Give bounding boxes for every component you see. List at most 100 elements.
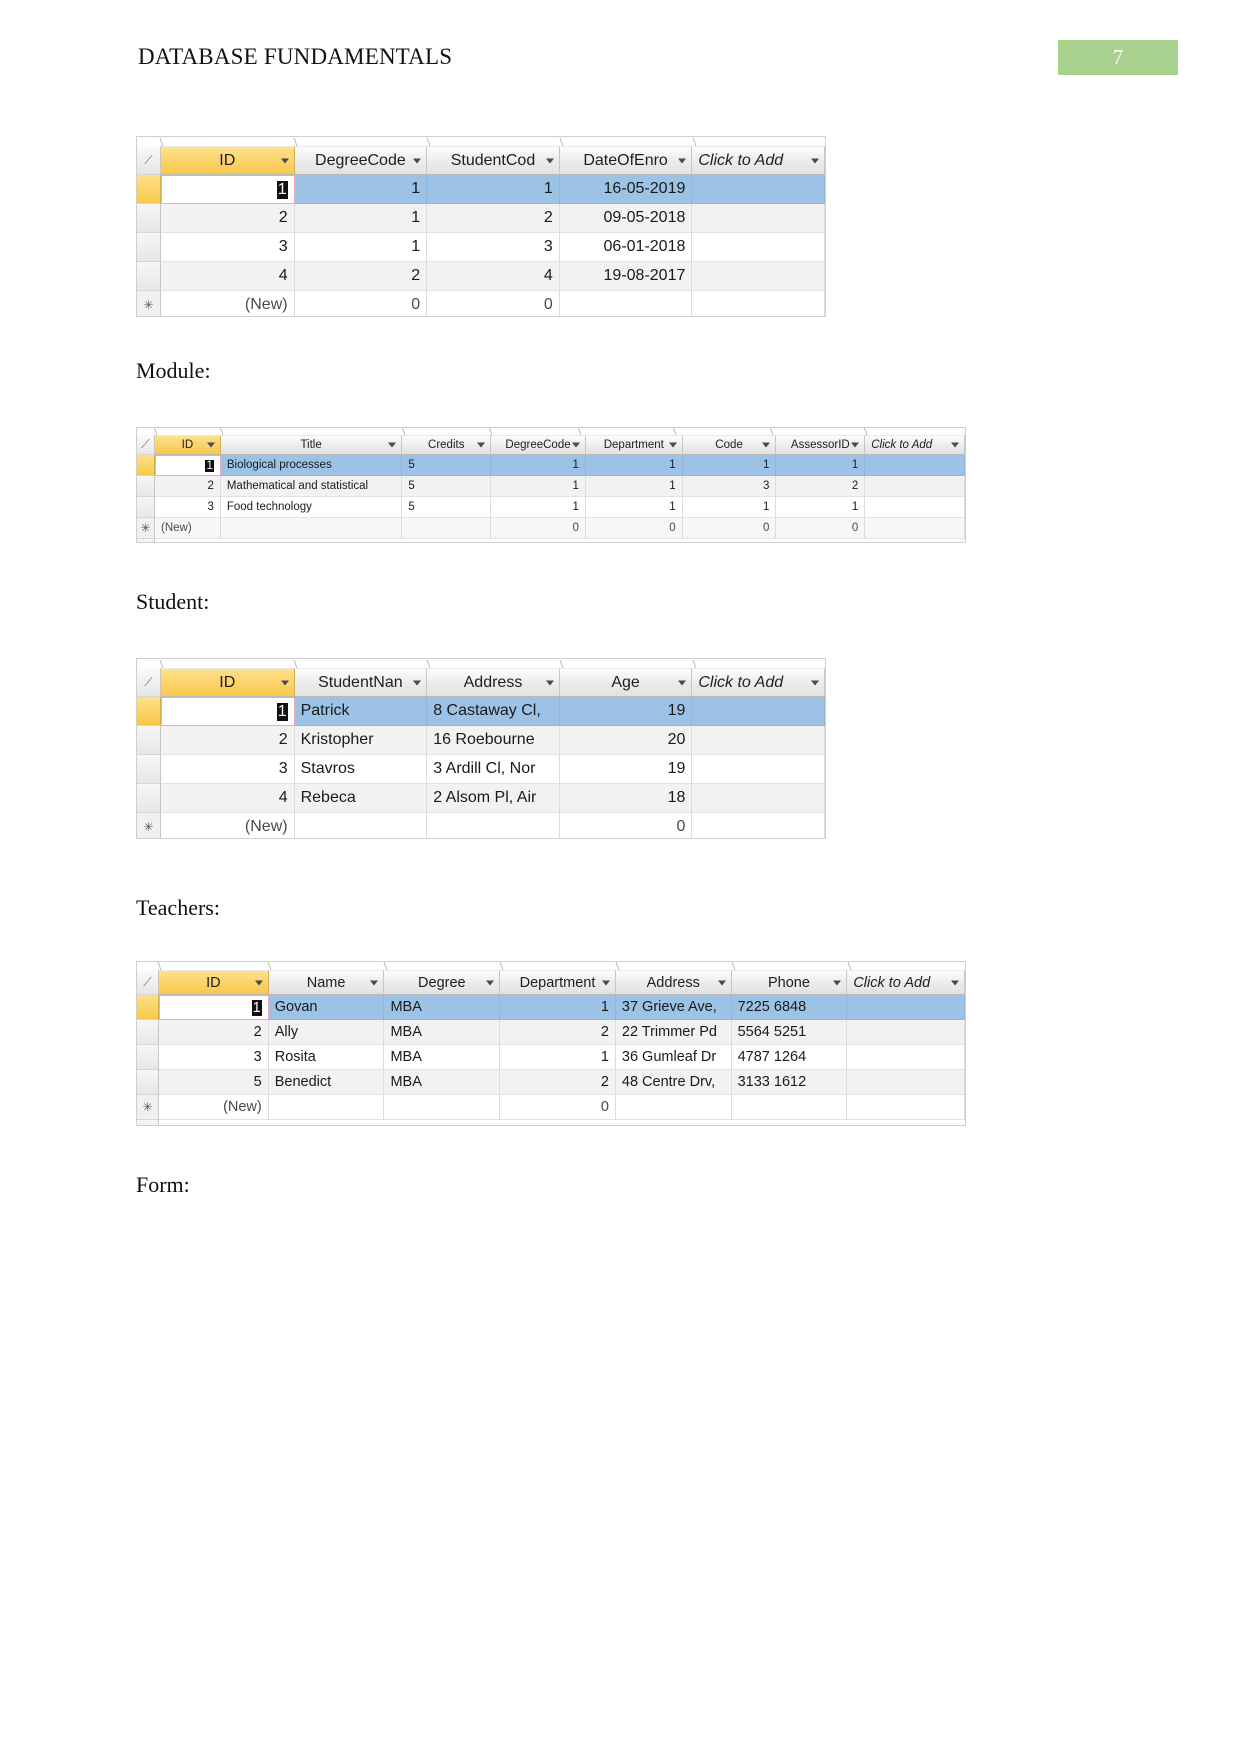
cell-studentcode[interactable]: 4 xyxy=(427,262,560,291)
cell-name[interactable]: Ally xyxy=(268,1020,385,1045)
column-header-phone[interactable]: Phone xyxy=(731,970,848,995)
row-selector[interactable] xyxy=(137,1070,159,1095)
cell-studentname[interactable]: Patrick xyxy=(294,697,428,726)
cell-id[interactable]: (New) xyxy=(155,518,221,539)
chevron-down-icon[interactable] xyxy=(762,442,771,448)
cell-add[interactable] xyxy=(692,233,825,262)
cell-department[interactable]: 0 xyxy=(500,1095,616,1120)
cell-add[interactable] xyxy=(692,813,825,838)
chevron-down-icon[interactable] xyxy=(280,680,289,685)
column-header-degreecode[interactable]: DegreeCode xyxy=(294,146,428,175)
row-selector[interactable] xyxy=(137,262,161,291)
column-header-dateofenrolment[interactable]: DateOfEnro xyxy=(559,146,693,175)
cell-id[interactable]: 3 xyxy=(161,233,295,262)
cell-id[interactable]: 1 xyxy=(161,697,295,726)
cell-id[interactable]: 5 xyxy=(159,1070,269,1095)
column-header-click-to-add[interactable]: Click to Add xyxy=(692,668,825,697)
row-selector[interactable] xyxy=(137,1020,159,1045)
table-row[interactable]: 2 1 2 09-05-2018 xyxy=(137,204,825,233)
cell-dateofenrolment[interactable]: 16-05-2019 xyxy=(559,175,693,204)
chevron-down-icon[interactable] xyxy=(678,158,687,163)
cell-department[interactable]: 1 xyxy=(585,497,683,518)
cell-id[interactable]: 3 xyxy=(159,1045,269,1070)
cell-add[interactable] xyxy=(865,518,965,539)
cell-phone[interactable]: 7225 6848 xyxy=(731,995,848,1020)
chevron-down-icon[interactable] xyxy=(678,680,687,685)
cell-id[interactable]: 4 xyxy=(161,262,295,291)
cell-studentname[interactable]: Kristopher xyxy=(294,726,428,755)
cell-address[interactable]: 22 Trimmer Pd xyxy=(615,1020,732,1045)
table-row[interactable]: 3 1 3 06-01-2018 xyxy=(137,233,825,262)
cell-assessorid[interactable]: 0 xyxy=(776,518,866,539)
cell-name[interactable]: Rosita xyxy=(268,1045,385,1070)
select-all-corner[interactable]: ⟋ xyxy=(137,435,155,455)
cell-address[interactable]: 37 Grieve Ave, xyxy=(615,995,732,1020)
chevron-down-icon[interactable] xyxy=(545,158,554,163)
cell-address[interactable]: 8 Castaway Cl, xyxy=(427,697,560,726)
cell-studentcode[interactable]: 3 xyxy=(427,233,560,262)
table-row[interactable]: 1 Govan MBA 1 37 Grieve Ave, 7225 6848 xyxy=(137,995,965,1020)
table-row[interactable]: 1 Patrick 8 Castaway Cl, 19 xyxy=(137,697,825,726)
column-header-id[interactable]: ID xyxy=(161,668,295,697)
chevron-down-icon[interactable] xyxy=(206,442,215,448)
new-record-row[interactable]: ✳ (New) 0 0 0 0 xyxy=(137,518,965,539)
row-selector[interactable] xyxy=(137,476,155,497)
cell-degreecode[interactable]: 1 xyxy=(294,204,428,233)
new-record-row[interactable]: ✳ (New) 0 xyxy=(137,1095,965,1120)
column-header-address[interactable]: Address xyxy=(427,668,560,697)
column-header-department[interactable]: Department xyxy=(585,435,683,455)
cell-add[interactable] xyxy=(692,262,825,291)
enrollment-datasheet[interactable]: ⟋ ID DegreeCode StudentCod DateOfEnro Cl… xyxy=(136,136,826,317)
table-row[interactable]: 2 Ally MBA 2 22 Trimmer Pd 5564 5251 xyxy=(137,1020,965,1045)
cell-degreecode[interactable]: 2 xyxy=(294,262,428,291)
cell-department[interactable]: 1 xyxy=(500,995,616,1020)
column-header-code[interactable]: Code xyxy=(682,435,777,455)
cell-age[interactable]: 19 xyxy=(559,697,693,726)
table-row[interactable]: 1 Biological processes 5 1 1 1 1 xyxy=(137,455,965,476)
cell-name[interactable] xyxy=(268,1095,385,1120)
cell-dateofenrolment[interactable]: 19-08-2017 xyxy=(559,262,693,291)
cell-department[interactable]: 2 xyxy=(500,1070,616,1095)
chevron-down-icon[interactable] xyxy=(388,442,397,448)
cell-add[interactable] xyxy=(847,1095,965,1120)
cell-code[interactable]: 1 xyxy=(682,497,777,518)
cell-degreecode[interactable]: 1 xyxy=(491,455,586,476)
cell-title[interactable] xyxy=(220,518,403,539)
cell-credits[interactable]: 5 xyxy=(402,455,492,476)
column-header-degree[interactable]: Degree xyxy=(384,970,501,995)
table-row[interactable]: 4 2 4 19-08-2017 xyxy=(137,262,825,291)
cell-studentcode[interactable]: 0 xyxy=(427,291,560,316)
cell-phone[interactable] xyxy=(731,1095,848,1120)
table-row[interactable]: 3 Stavros 3 Ardill Cl, Nor 19 xyxy=(137,755,825,784)
cell-dateofenrolment[interactable]: 06-01-2018 xyxy=(559,233,693,262)
cell-degree[interactable]: MBA xyxy=(384,1070,501,1095)
table-row[interactable]: 3 Rosita MBA 1 36 Gumleaf Dr 4787 1264 xyxy=(137,1045,965,1070)
cell-department[interactable]: 1 xyxy=(585,455,683,476)
column-header-name[interactable]: Name xyxy=(268,970,385,995)
cell-add[interactable] xyxy=(692,175,825,204)
chevron-down-icon[interactable] xyxy=(413,680,422,685)
cell-address[interactable]: 36 Gumleaf Dr xyxy=(615,1045,732,1070)
cell-degree[interactable]: MBA xyxy=(384,1020,501,1045)
chevron-down-icon[interactable] xyxy=(571,442,580,448)
cell-add[interactable] xyxy=(847,1070,965,1095)
cell-studentname[interactable]: Stavros xyxy=(294,755,428,784)
cell-code[interactable]: 1 xyxy=(682,455,777,476)
cell-credits[interactable] xyxy=(402,518,492,539)
cell-department[interactable]: 0 xyxy=(585,518,683,539)
chevron-down-icon[interactable] xyxy=(810,680,819,685)
cell-dateofenrolment[interactable]: 09-05-2018 xyxy=(559,204,693,233)
cell-studentname[interactable]: Rebeca xyxy=(294,784,428,813)
cell-code[interactable]: 0 xyxy=(682,518,777,539)
cell-degree[interactable] xyxy=(384,1095,501,1120)
cell-degreecode[interactable]: 0 xyxy=(294,291,428,316)
cell-assessorid[interactable]: 1 xyxy=(776,497,866,518)
column-header-age[interactable]: Age xyxy=(559,668,693,697)
row-selector-current[interactable] xyxy=(137,697,161,726)
cell-age[interactable]: 0 xyxy=(559,813,693,838)
table-row[interactable]: 3 Food technology 5 1 1 1 1 xyxy=(137,497,965,518)
cell-assessorid[interactable]: 2 xyxy=(776,476,866,497)
cell-id[interactable]: 1 xyxy=(155,455,221,476)
cell-degreecode[interactable]: 1 xyxy=(294,233,428,262)
column-header-id[interactable]: ID xyxy=(155,435,221,455)
